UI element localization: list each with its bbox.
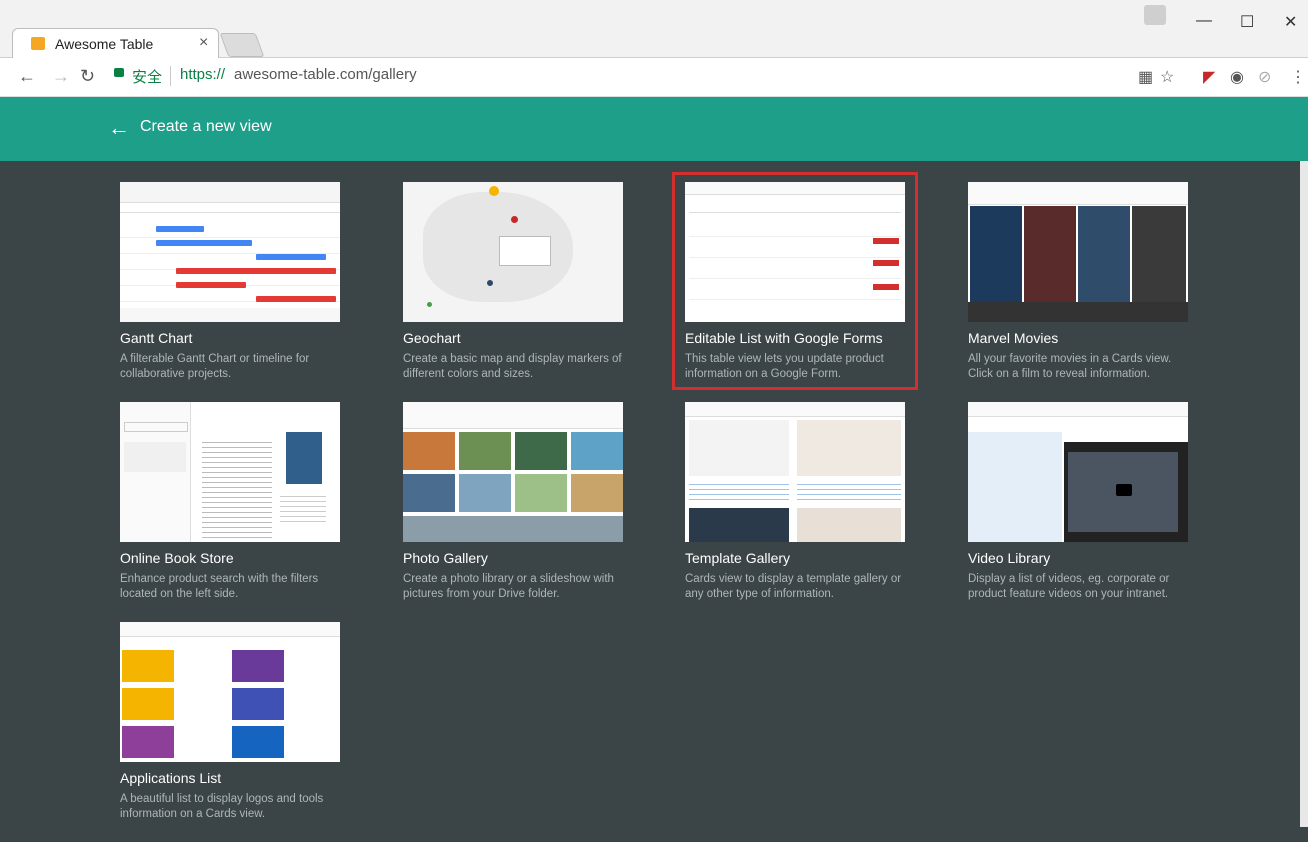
card-description: A filterable Gantt Chart or timeline for… [120, 353, 310, 380]
profile-icon[interactable] [1144, 5, 1166, 25]
camera-extension-icon[interactable]: ◉ [1230, 67, 1244, 87]
url-scheme: https:// [180, 66, 226, 83]
card-description: Display a list of videos, eg. corporate … [968, 573, 1170, 600]
back-icon[interactable]: ← [18, 66, 36, 87]
lock-icon [114, 68, 124, 77]
card-description: Create a photo library or a slideshow wi… [403, 573, 614, 600]
browser-chrome: Awesome Table × — ☐ ✕ ← → ↻ 安全 https:// … [0, 0, 1308, 97]
gallery-card-geochart[interactable]: Geochart Create a basic map and display … [403, 182, 643, 402]
card-title: Geochart [403, 330, 461, 346]
tab-title: Awesome Table [55, 36, 154, 52]
maximize-icon[interactable]: ☐ [1240, 12, 1254, 32]
card-description: This table view lets you update product … [685, 353, 884, 380]
card-description: A beautiful list to display logos and to… [120, 793, 324, 820]
tab-awesome-table[interactable]: Awesome Table × [12, 28, 219, 59]
thumbnail-online-book-store [120, 402, 340, 542]
gallery-card-gantt-chart[interactable]: Gantt Chart A filterable Gantt Chart or … [120, 182, 360, 402]
thumbnail-photo-gallery [403, 402, 623, 542]
thumbnail-video-library [968, 402, 1188, 542]
app-header: ← Create a new view [0, 97, 1308, 161]
menu-icon[interactable]: ⋮ [1290, 67, 1306, 87]
pdf-extension-icon[interactable]: ◤ [1203, 67, 1215, 87]
address-separator [170, 66, 171, 86]
card-title: Marvel Movies [968, 330, 1059, 346]
card-title: Online Book Store [120, 550, 234, 566]
card-description: Cards view to display a template gallery… [685, 573, 902, 600]
browser-toolbar: ← → ↻ 安全 https:// awesome-table.com/gall… [0, 58, 1308, 97]
card-title: Photo Gallery [403, 550, 488, 566]
card-title: Gantt Chart [120, 330, 193, 346]
card-description: All your favorite movies in a Cards view… [968, 353, 1172, 380]
card-title: Applications List [120, 770, 222, 786]
extension-icon[interactable]: ⊘ [1258, 67, 1271, 87]
tab-close-icon[interactable]: × [199, 34, 208, 52]
card-description: Enhance product search with the filters … [120, 573, 319, 600]
thumbnail-marvel-movies [968, 182, 1188, 322]
bookmark-star-icon[interactable]: ☆ [1160, 67, 1174, 87]
reload-icon[interactable]: ↻ [80, 66, 95, 87]
gallery-card-video-library[interactable]: Video Library Display a list of videos, … [968, 402, 1208, 622]
thumbnail-applications-list [120, 622, 340, 762]
card-title: Template Gallery [685, 550, 791, 566]
page-title: Create a new view [140, 118, 272, 135]
forward-icon[interactable]: → [52, 66, 70, 87]
minimize-icon[interactable]: — [1196, 12, 1212, 30]
awesome-table-favicon-icon [31, 37, 45, 50]
back-arrow-icon[interactable]: ← [108, 115, 130, 141]
gallery-card-applications-list[interactable]: Applications List A beautiful list to di… [120, 622, 360, 842]
scrollbar[interactable] [1300, 161, 1308, 827]
thumbnail-geochart [403, 182, 623, 322]
card-title: Video Library [968, 550, 1051, 566]
gallery-card-marvel-movies[interactable]: Marvel Movies All your favorite movies i… [968, 182, 1208, 402]
translate-icon[interactable]: ▦ [1138, 67, 1153, 87]
gallery-card-photo-gallery[interactable]: Photo Gallery Create a photo library or … [403, 402, 643, 622]
card-description: Create a basic map and display markers o… [403, 353, 622, 380]
secure-label: 安全 [132, 69, 163, 86]
address-bar[interactable]: 安全 https:// awesome-table.com/gallery [104, 63, 1194, 89]
gallery-card-editable-list[interactable]: Editable List with Google Forms This tab… [685, 182, 925, 402]
close-window-icon[interactable]: ✕ [1284, 12, 1297, 32]
tab-strip: Awesome Table × — ☐ ✕ [0, 0, 1308, 59]
gallery-card-template-gallery[interactable]: Template Gallery Cards view to display a… [685, 402, 925, 622]
thumbnail-editable-list [685, 182, 905, 322]
thumbnail-template-gallery [685, 402, 905, 542]
new-tab-button[interactable] [219, 33, 265, 57]
thumbnail-gantt-chart [120, 182, 340, 322]
gallery-card-online-book-store[interactable]: Online Book Store Enhance product search… [120, 402, 360, 622]
card-title: Editable List with Google Forms [685, 330, 883, 346]
url-path: awesome-table.com/gallery [234, 66, 417, 83]
